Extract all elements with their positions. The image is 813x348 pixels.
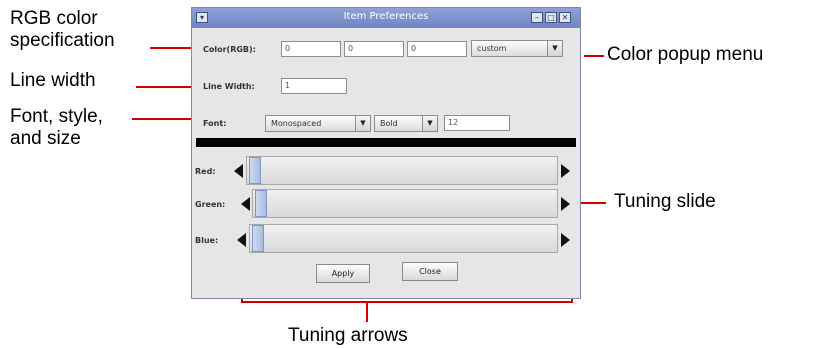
callout-font: Font, style, and size bbox=[10, 106, 103, 150]
apply-button[interactable]: Apply bbox=[316, 264, 370, 283]
callout-rgb-line2: specification bbox=[10, 30, 115, 51]
color-popup-value: custom bbox=[477, 44, 507, 53]
font-family-value: Monospaced bbox=[271, 119, 322, 128]
maximize-button[interactable]: □ bbox=[545, 12, 557, 23]
callout-font-line1: Font, style, bbox=[10, 106, 103, 127]
green-decrease-arrow-icon[interactable] bbox=[241, 197, 250, 211]
red-decrease-arrow-icon[interactable] bbox=[234, 164, 243, 178]
red-slider-label: Red: bbox=[195, 167, 216, 176]
title-bar[interactable]: ▾ Item Preferences – □ ✕ bbox=[192, 8, 580, 28]
chevron-down-icon[interactable]: ▼ bbox=[355, 116, 370, 131]
callout-rgb: RGB color specification bbox=[10, 8, 115, 52]
font-label: Font: bbox=[203, 119, 227, 128]
callout-color-popup-pointer bbox=[584, 55, 604, 57]
callout-color-popup: Color popup menu bbox=[607, 44, 764, 65]
color-popup-menu[interactable]: custom ▼ bbox=[471, 40, 563, 57]
chevron-down-icon[interactable]: ▼ bbox=[422, 116, 437, 131]
red-value-field[interactable]: 0 bbox=[281, 41, 341, 57]
color-preview-strip bbox=[196, 138, 576, 147]
line-width-label: Line Width: bbox=[203, 82, 255, 91]
chevron-down-icon[interactable]: ▼ bbox=[547, 41, 562, 56]
green-slider-label: Green: bbox=[195, 200, 226, 209]
blue-slider-track[interactable] bbox=[249, 224, 558, 253]
red-slider-track[interactable] bbox=[246, 156, 558, 185]
window-title: Item Preferences bbox=[343, 11, 429, 22]
green-slider-thumb[interactable] bbox=[255, 190, 267, 217]
font-size-field[interactable]: 12 bbox=[444, 115, 510, 131]
blue-slider-thumb[interactable] bbox=[252, 225, 264, 252]
blue-decrease-arrow-icon[interactable] bbox=[237, 233, 246, 247]
red-slider-thumb[interactable] bbox=[249, 157, 261, 184]
callout-font-line2: and size bbox=[10, 128, 81, 149]
callout-arrows-stem bbox=[366, 301, 368, 322]
blue-slider-label: Blue: bbox=[195, 236, 219, 245]
callout-arrows-bottom bbox=[241, 301, 573, 303]
callout-tuning-slide: Tuning slide bbox=[614, 191, 716, 212]
font-style-value: Bold bbox=[380, 119, 398, 128]
callout-tuning-arrows: Tuning arrows bbox=[288, 325, 408, 346]
green-increase-arrow-icon[interactable] bbox=[561, 197, 570, 211]
blue-increase-arrow-icon[interactable] bbox=[561, 233, 570, 247]
font-family-select[interactable]: Monospaced ▼ bbox=[265, 115, 371, 132]
callout-line-width: Line width bbox=[10, 70, 96, 91]
green-slider-track[interactable] bbox=[252, 189, 558, 218]
font-style-select[interactable]: Bold ▼ bbox=[374, 115, 438, 132]
callout-font-pointer bbox=[132, 118, 192, 120]
close-window-button[interactable]: ✕ bbox=[559, 12, 571, 23]
close-button[interactable]: Close bbox=[402, 262, 458, 281]
green-value-field[interactable]: 0 bbox=[344, 41, 404, 57]
minimize-button[interactable]: – bbox=[531, 12, 543, 23]
blue-value-field[interactable]: 0 bbox=[407, 41, 467, 57]
item-preferences-window: ▾ Item Preferences – □ ✕ Color(RGB): 0 0… bbox=[191, 7, 581, 299]
callout-rgb-line1: RGB color bbox=[10, 8, 98, 29]
line-width-field[interactable]: 1 bbox=[281, 78, 347, 94]
color-rgb-label: Color(RGB): bbox=[203, 45, 256, 54]
red-increase-arrow-icon[interactable] bbox=[561, 164, 570, 178]
